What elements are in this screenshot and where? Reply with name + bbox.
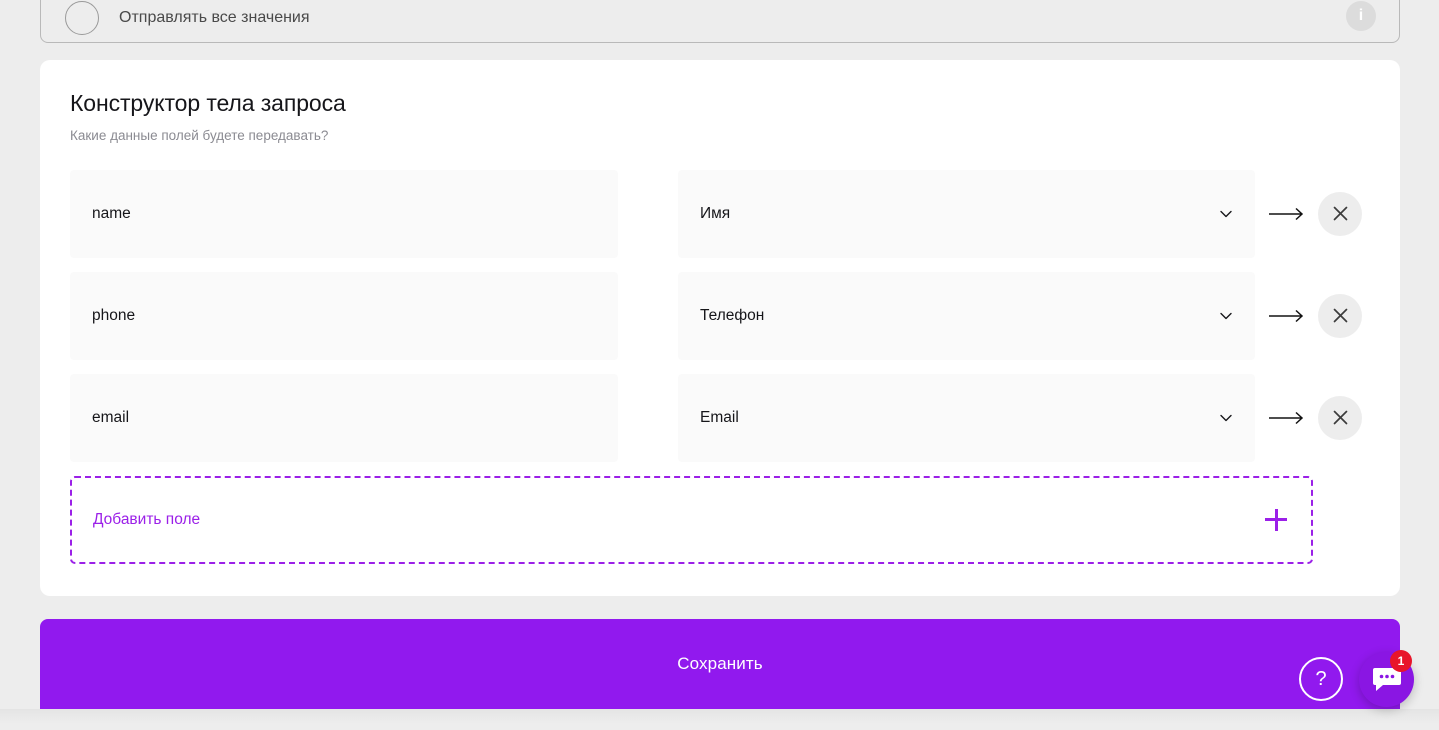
chevron-down-icon <box>1217 205 1235 223</box>
send-all-values-card: Отправлять все значения i <box>40 0 1400 43</box>
request-body-builder-card: Конструктор тела запроса Какие данные по… <box>40 60 1400 596</box>
table-row: name Имя <box>70 169 1370 258</box>
close-icon <box>1333 308 1348 323</box>
field-key-value: phone <box>92 306 136 324</box>
add-field-button[interactable]: Добавить поле <box>70 475 1313 564</box>
add-field-label: Добавить поле <box>93 510 201 528</box>
field-value-label: Email <box>700 408 739 426</box>
remove-field-button[interactable] <box>1318 293 1362 338</box>
arrow-right-icon <box>1255 411 1318 425</box>
chat-unread-badge: 1 <box>1390 650 1412 672</box>
field-key-input[interactable]: name <box>70 169 618 258</box>
remove-field-button[interactable] <box>1318 191 1362 236</box>
send-all-values-label: Отправлять все значения <box>119 9 310 26</box>
field-mapping-list: name Имя phone Телефон email Email Добав… <box>70 169 1370 564</box>
plus-icon <box>1265 508 1287 531</box>
close-icon <box>1333 410 1348 425</box>
table-row: email Email <box>70 373 1370 462</box>
field-key-value: email <box>92 408 130 426</box>
chevron-down-icon <box>1217 307 1235 325</box>
arrow-right-icon <box>1255 309 1318 323</box>
radio-unselected-icon[interactable] <box>65 1 99 35</box>
question-mark-icon: ? <box>1315 668 1327 690</box>
arrow-right-icon <box>1255 207 1318 221</box>
help-button[interactable]: ? <box>1299 657 1343 701</box>
remove-field-button[interactable] <box>1318 395 1362 440</box>
field-key-input[interactable]: phone <box>70 271 618 360</box>
chevron-down-icon <box>1217 409 1235 427</box>
field-value-select[interactable]: Имя <box>678 169 1255 258</box>
save-button[interactable]: Сохранить <box>40 619 1400 709</box>
field-key-value: name <box>92 204 131 222</box>
field-value-label: Имя <box>700 204 731 222</box>
send-all-values-option[interactable]: Отправлять все значения <box>65 1 310 35</box>
info-icon[interactable]: i <box>1346 1 1376 31</box>
table-row: phone Телефон <box>70 271 1370 360</box>
page-title: Конструктор тела запроса <box>70 90 346 116</box>
page-bottom-shadow <box>0 709 1439 730</box>
field-value-select[interactable]: Email <box>678 373 1255 462</box>
page-subtitle: Какие данные полей будете передавать? <box>70 127 329 143</box>
field-value-select[interactable]: Телефон <box>678 271 1255 360</box>
field-key-input[interactable]: email <box>70 373 618 462</box>
close-icon <box>1333 206 1348 221</box>
field-value-label: Телефон <box>700 306 765 324</box>
